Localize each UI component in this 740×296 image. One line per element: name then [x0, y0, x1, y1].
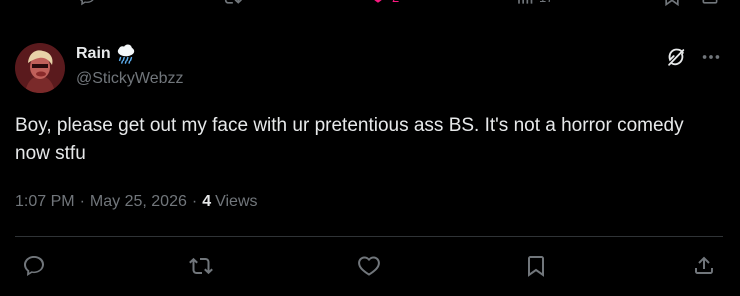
views-label: Views	[215, 193, 258, 210]
bookmark-button[interactable]	[524, 254, 548, 278]
prev-bookmark-button[interactable]	[662, 0, 682, 8]
tweet-detail: 2 17 Rain @S	[0, 0, 740, 296]
prev-retweet-button[interactable]	[222, 0, 242, 8]
share-icon	[702, 0, 718, 4]
reply-button[interactable]	[22, 254, 46, 278]
reply-icon	[80, 0, 94, 6]
author-handle[interactable]: @StickyWebzz	[76, 70, 184, 88]
retweet-button[interactable]	[189, 254, 213, 278]
bookmark-icon	[665, 0, 679, 7]
views-chart-icon	[518, 0, 533, 4]
share-icon	[695, 256, 713, 274]
heart-filled-icon	[374, 0, 382, 3]
grok-button[interactable]	[665, 46, 687, 68]
display-name[interactable]: Rain	[76, 45, 111, 63]
retweet-icon	[189, 257, 213, 275]
like-icon	[358, 256, 380, 276]
meta-separator: ·	[191, 193, 198, 210]
tweet-text: Boy, please get out my face with ur pret…	[15, 115, 684, 164]
prev-share-button[interactable]	[700, 0, 720, 8]
author-name-row[interactable]: Rain	[76, 44, 137, 64]
more-options-button[interactable]	[700, 46, 722, 68]
views-count: 4	[202, 193, 212, 210]
prev-like-button[interactable]: 2	[368, 0, 399, 8]
prev-views-count: 17	[539, 0, 553, 5]
tweet-date[interactable]: May 25, 2026	[90, 193, 187, 211]
avatar-image	[15, 43, 65, 93]
prev-reply-button[interactable]	[77, 0, 97, 8]
meta-separator: ·	[79, 193, 85, 210]
like-button[interactable]	[357, 254, 381, 278]
avatar[interactable]	[15, 43, 65, 93]
cloud-with-rain-icon	[117, 44, 134, 64]
previous-tweet-actions: 2 17	[0, 0, 740, 14]
prev-like-count: 2	[392, 0, 399, 5]
tweet-meta: 1:07 PM · May 25, 2026 · 4 Views	[15, 193, 258, 211]
bookmark-icon	[528, 256, 544, 277]
share-button[interactable]	[692, 254, 716, 278]
retweet-icon	[224, 0, 242, 4]
divider	[15, 236, 723, 237]
tweet-time[interactable]: 1:07 PM	[15, 193, 75, 211]
grok-icon	[668, 48, 685, 66]
reply-icon	[24, 256, 44, 276]
more-dots-icon	[702, 55, 720, 59]
prev-views-button[interactable]: 17	[515, 0, 553, 8]
